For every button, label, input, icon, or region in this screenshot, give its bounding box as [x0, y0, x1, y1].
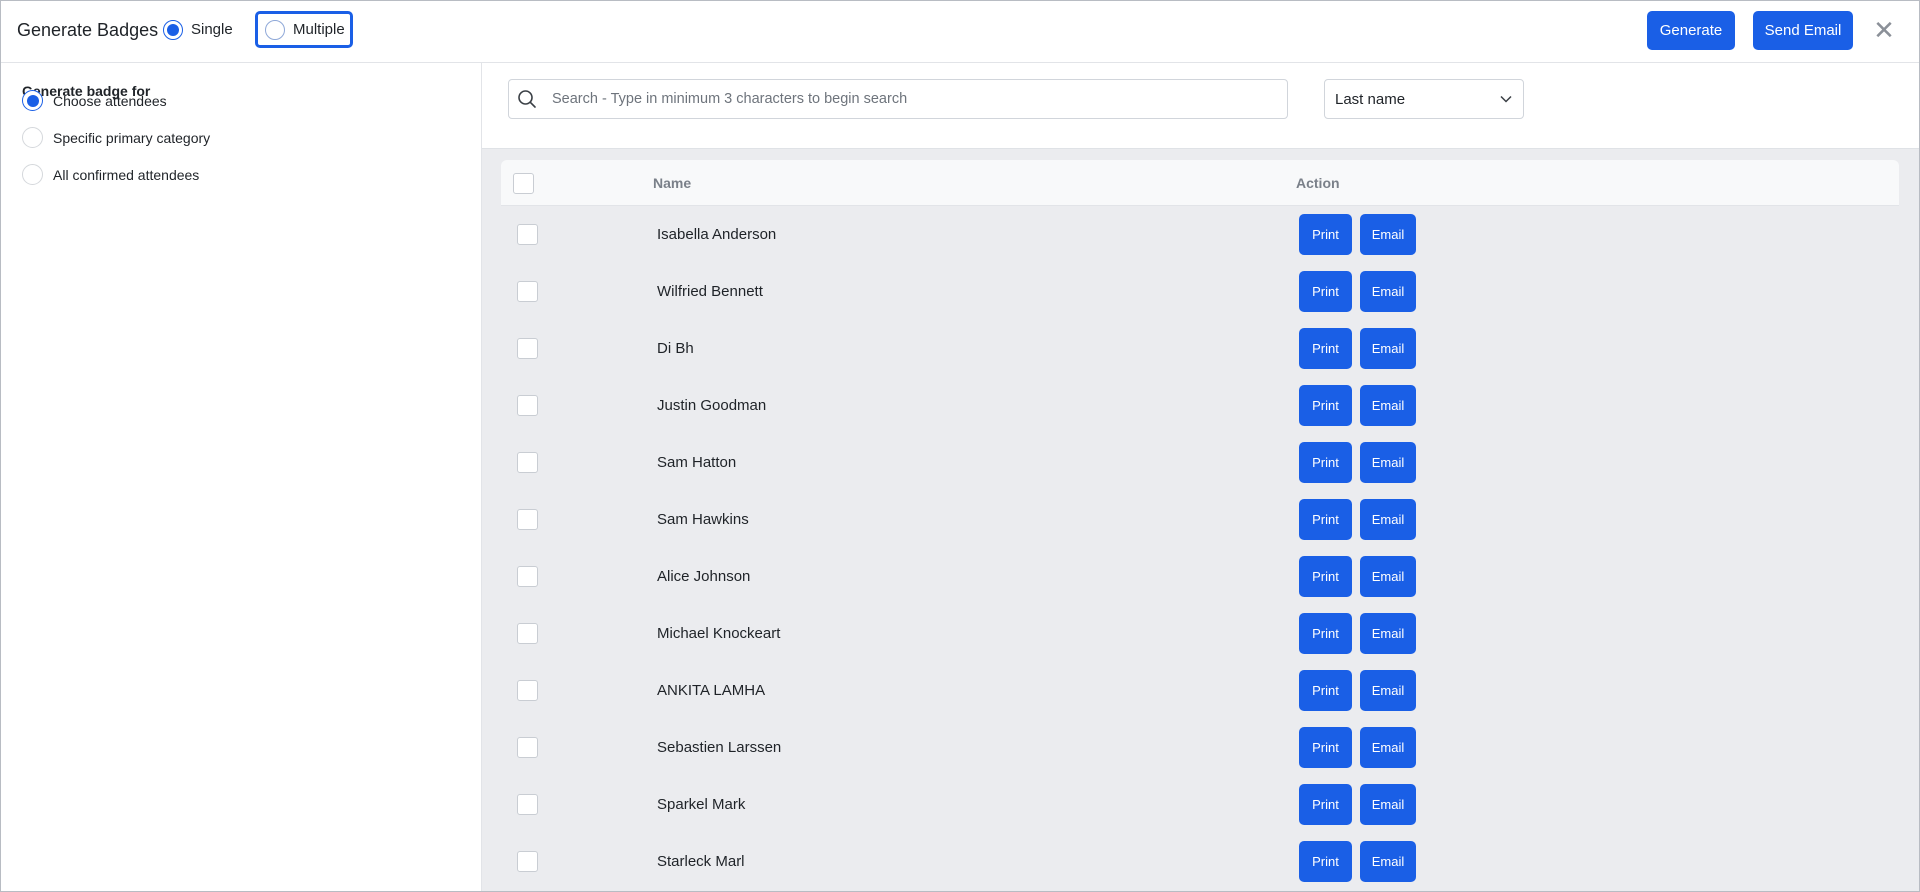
- email-button[interactable]: Email: [1360, 670, 1416, 711]
- option-specific-primary-category[interactable]: Specific primary category: [22, 127, 210, 148]
- print-button[interactable]: Print: [1299, 670, 1352, 711]
- close-icon[interactable]: ✕: [1871, 17, 1897, 43]
- generate-badges-dialog: Generate Badges Single Multiple Generate…: [0, 0, 1920, 892]
- print-button[interactable]: Print: [1299, 499, 1352, 540]
- print-button[interactable]: Print: [1299, 328, 1352, 369]
- attendee-name: Sparkel Mark: [657, 796, 746, 813]
- print-button[interactable]: Print: [1299, 727, 1352, 768]
- option-label: All confirmed attendees: [53, 166, 200, 183]
- table-row: Di Bh Print Email: [501, 320, 1899, 377]
- mode-single-radio[interactable]: Single: [163, 11, 233, 48]
- option-all-confirmed-attendees[interactable]: All confirmed attendees: [22, 164, 199, 185]
- table-row: Starleck Marl Print Email: [501, 833, 1899, 890]
- row-checkbox[interactable]: [517, 794, 538, 815]
- generate-button[interactable]: Generate: [1647, 11, 1735, 50]
- radio-unchecked-icon: [265, 19, 285, 40]
- row-checkbox[interactable]: [517, 737, 538, 758]
- print-button[interactable]: Print: [1299, 214, 1352, 255]
- dialog-header: Generate Badges Single Multiple Generate…: [1, 1, 1919, 63]
- attendee-name: Sam Hatton: [657, 454, 737, 471]
- table-row: Sam Hatton Print Email: [501, 434, 1899, 491]
- row-checkbox[interactable]: [517, 623, 538, 644]
- print-button[interactable]: Print: [1299, 385, 1352, 426]
- email-button[interactable]: Email: [1360, 385, 1416, 426]
- row-checkbox[interactable]: [517, 338, 538, 359]
- row-checkbox[interactable]: [517, 224, 538, 245]
- row-checkbox[interactable]: [517, 452, 538, 473]
- chevron-down-icon: [1500, 95, 1512, 103]
- table-row: Isabella Anderson Print Email: [501, 206, 1899, 263]
- dialog-title: Generate Badges: [17, 20, 159, 40]
- table-row: Sparkel Mark Print Email: [501, 776, 1899, 833]
- attendee-name: Michael Knockeart: [657, 625, 781, 642]
- table-row: Alice Johnson Print Email: [501, 548, 1899, 605]
- email-button[interactable]: Email: [1360, 784, 1416, 825]
- attendee-name: Sam Hawkins: [657, 511, 749, 528]
- print-button[interactable]: Print: [1299, 556, 1352, 597]
- row-checkbox[interactable]: [517, 680, 538, 701]
- print-button[interactable]: Print: [1299, 271, 1352, 312]
- search-input[interactable]: [552, 91, 1252, 107]
- attendee-name: Justin Goodman: [657, 397, 767, 414]
- select-all-checkbox[interactable]: [513, 173, 534, 194]
- radio-checked-icon: [163, 19, 183, 40]
- attendee-name: Alice Johnson: [657, 568, 751, 585]
- search-icon: [518, 90, 536, 108]
- row-checkbox[interactable]: [517, 566, 538, 587]
- column-header-name: Name: [653, 175, 692, 191]
- sidebar: Generate badge for Choose attendees Spec…: [1, 63, 482, 891]
- attendee-name: Di Bh: [657, 340, 694, 357]
- table-body: Isabella Anderson Print Email Wilfried Benn…: [501, 206, 1899, 890]
- email-button[interactable]: Email: [1360, 328, 1416, 369]
- mode-multiple-radio[interactable]: Multiple: [255, 11, 353, 48]
- row-checkbox[interactable]: [517, 395, 538, 416]
- row-checkbox[interactable]: [517, 851, 538, 872]
- attendee-name: Starleck Marl: [657, 853, 745, 870]
- table-row: Justin Goodman Print Email: [501, 377, 1899, 434]
- email-button[interactable]: Email: [1360, 841, 1416, 882]
- attendee-name: Wilfried Bennett: [657, 283, 763, 300]
- table-row: Sam Hawkins Print Email: [501, 491, 1899, 548]
- table-header: Name Action: [501, 160, 1899, 206]
- attendees-table: Name Action Isabella Anderson Print Email W…: [501, 160, 1899, 890]
- attendee-name: Sebastien Larssen: [657, 739, 782, 756]
- main-panel: Last name Name Action Isabella Anderson P…: [482, 63, 1919, 891]
- mode-multiple-label: Multiple: [293, 21, 345, 38]
- option-choose-attendees[interactable]: Choose attendees: [22, 90, 167, 111]
- table-row: Sebastien Larssen Print Email: [501, 719, 1899, 776]
- print-button[interactable]: Print: [1299, 784, 1352, 825]
- email-button[interactable]: Email: [1360, 613, 1416, 654]
- sort-select[interactable]: Last name: [1324, 79, 1524, 119]
- radio-unchecked-icon: [22, 127, 43, 148]
- email-button[interactable]: Email: [1360, 442, 1416, 483]
- print-button[interactable]: Print: [1299, 613, 1352, 654]
- row-checkbox[interactable]: [517, 509, 538, 530]
- email-button[interactable]: Email: [1360, 271, 1416, 312]
- email-button[interactable]: Email: [1360, 499, 1416, 540]
- print-button[interactable]: Print: [1299, 442, 1352, 483]
- mode-single-label: Single: [191, 21, 233, 38]
- table-row: Wilfried Bennett Print Email: [501, 263, 1899, 320]
- attendee-name: Isabella Anderson: [657, 226, 777, 243]
- search-toolbar: Last name: [482, 63, 1919, 149]
- email-button[interactable]: Email: [1360, 214, 1416, 255]
- email-button[interactable]: Email: [1360, 727, 1416, 768]
- row-checkbox[interactable]: [517, 281, 538, 302]
- option-label: Specific primary category: [53, 129, 211, 146]
- column-header-action: Action: [1296, 175, 1340, 191]
- table-row: ANKITA LAMHA Print Email: [501, 662, 1899, 719]
- radio-unchecked-icon: [22, 164, 43, 185]
- attendee-name: ANKITA LAMHA: [657, 682, 766, 699]
- email-button[interactable]: Email: [1360, 556, 1416, 597]
- search-box[interactable]: [508, 79, 1288, 119]
- sort-selected-value: Last name: [1335, 90, 1406, 108]
- option-label: Choose attendees: [53, 92, 167, 109]
- print-button[interactable]: Print: [1299, 841, 1352, 882]
- send-email-button[interactable]: Send Email: [1753, 11, 1853, 50]
- radio-checked-icon: [22, 90, 43, 111]
- table-row: Michael Knockeart Print Email: [501, 605, 1899, 662]
